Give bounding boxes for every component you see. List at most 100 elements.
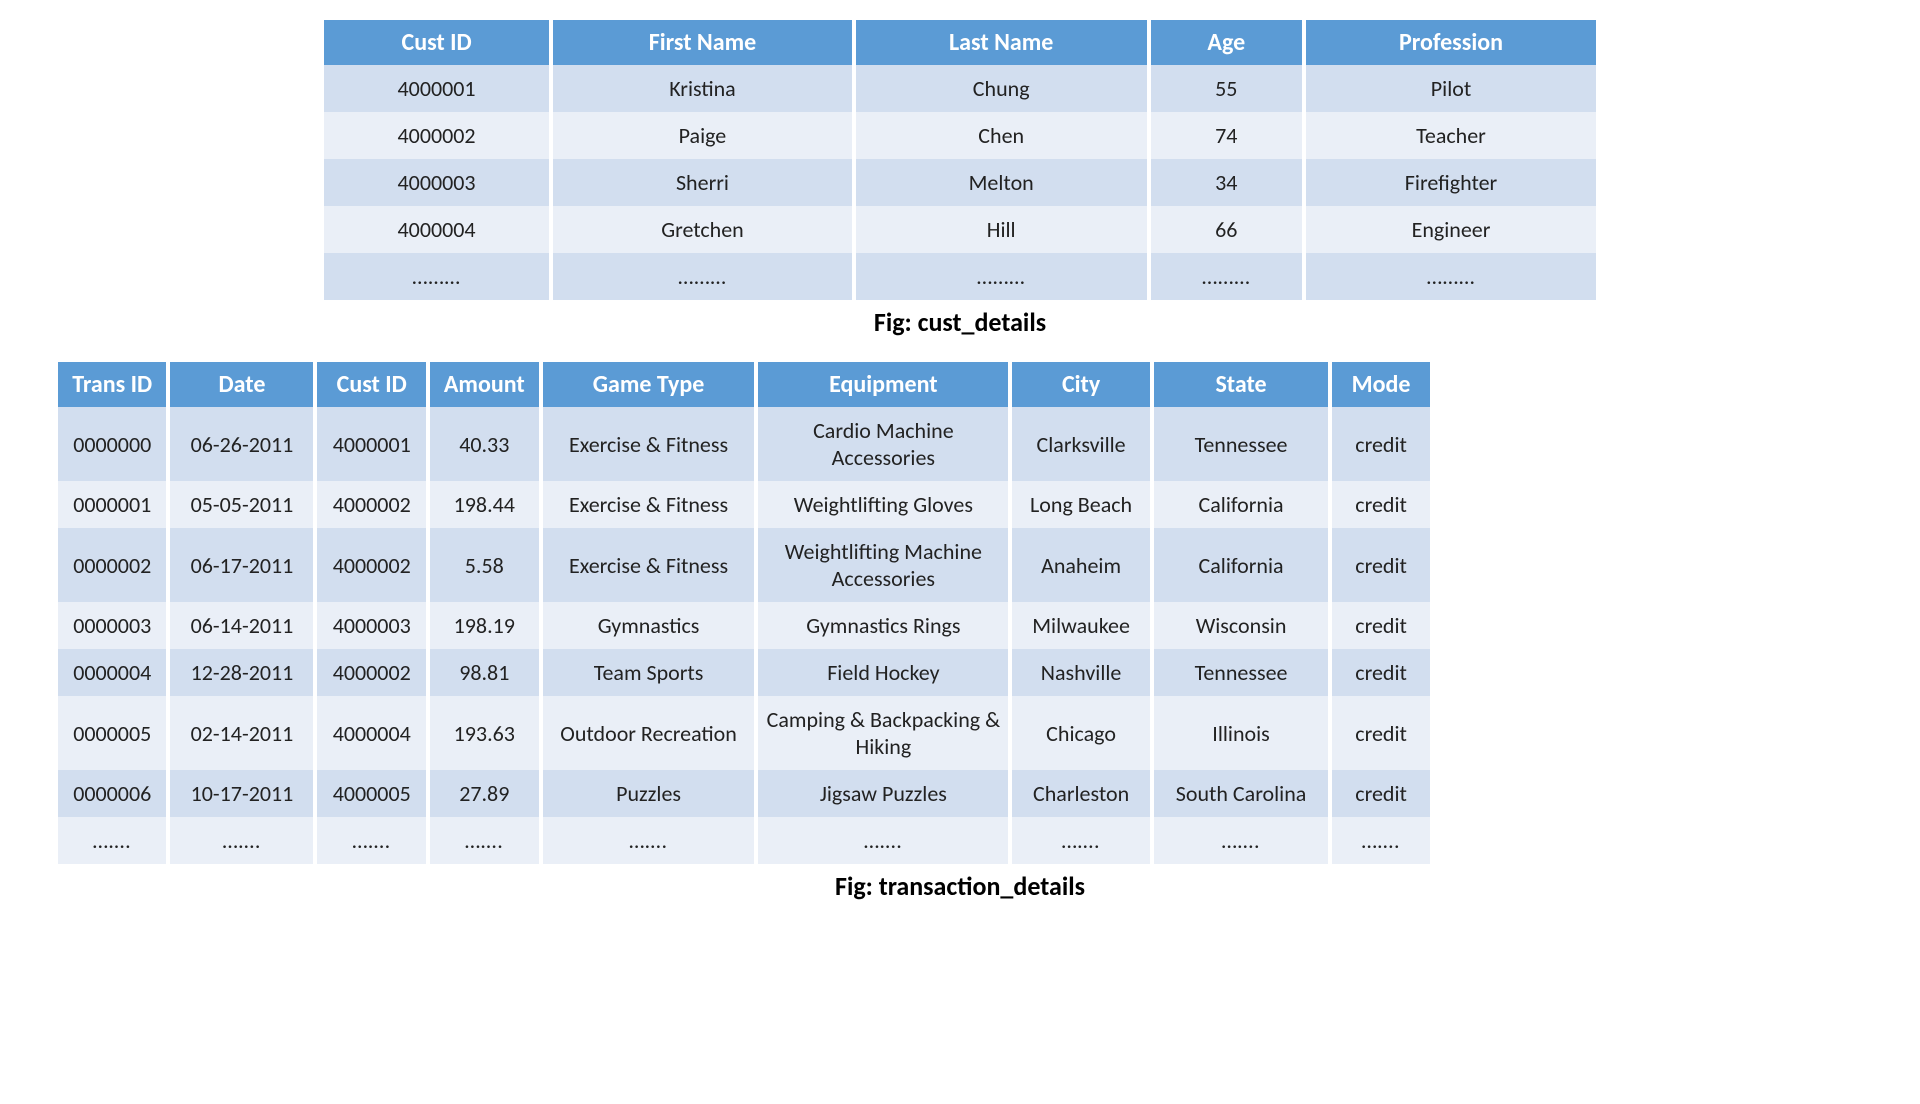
- table-row: 0000005 02-14-2011 4000004 193.63 Outdoo…: [58, 696, 1430, 770]
- transaction-details-caption: Fig: transaction_details: [30, 870, 1890, 902]
- cell: credit: [1332, 602, 1430, 649]
- cell: …….: [58, 817, 166, 864]
- cell: 40.33: [430, 407, 539, 481]
- cell: …….: [1012, 817, 1150, 864]
- cell: 0000002: [58, 528, 166, 602]
- table-row: 4000003 Sherri Melton 34 Firefighter: [324, 159, 1596, 206]
- cell: 74: [1151, 112, 1302, 159]
- table-row: 0000001 05-05-2011 4000002 198.44 Exerci…: [58, 481, 1430, 528]
- transaction-details-section: Trans ID Date Cust ID Amount Game Type E…: [30, 362, 1890, 902]
- cell: 34: [1151, 159, 1302, 206]
- col-header: City: [1012, 362, 1150, 407]
- cell: ………: [856, 253, 1147, 300]
- col-header: Last Name: [856, 20, 1147, 65]
- cell: 4000001: [324, 65, 549, 112]
- table-row: 4000001 Kristina Chung 55 Pilot: [324, 65, 1596, 112]
- cell: 06-17-2011: [170, 528, 313, 602]
- cell: Tennessee: [1154, 649, 1328, 696]
- cell: …….: [758, 817, 1008, 864]
- cell: 06-26-2011: [170, 407, 313, 481]
- cell: Engineer: [1306, 206, 1596, 253]
- cell: 4000002: [317, 481, 425, 528]
- cell: Milwaukee: [1012, 602, 1150, 649]
- cell: 06-14-2011: [170, 602, 313, 649]
- cell: Field Hockey: [758, 649, 1008, 696]
- cell: 4000004: [317, 696, 425, 770]
- cell: ………: [1151, 253, 1302, 300]
- cell: credit: [1332, 770, 1430, 817]
- cell: 0000006: [58, 770, 166, 817]
- col-header: Amount: [430, 362, 539, 407]
- cell: …….: [317, 817, 425, 864]
- cell: Pilot: [1306, 65, 1596, 112]
- cell: 0000005: [58, 696, 166, 770]
- cell: 4000002: [317, 649, 425, 696]
- table-row-ellipsis: ……… ……… ……… ……… ………: [324, 253, 1596, 300]
- cell: Exercise & Fitness: [543, 528, 755, 602]
- cell: Exercise & Fitness: [543, 481, 755, 528]
- cell: 10-17-2011: [170, 770, 313, 817]
- cell: California: [1154, 481, 1328, 528]
- cell: Chung: [856, 65, 1147, 112]
- cell: 0000001: [58, 481, 166, 528]
- cell: Kristina: [553, 65, 852, 112]
- cell: Melton: [856, 159, 1147, 206]
- cell: 55: [1151, 65, 1302, 112]
- cell: California: [1154, 528, 1328, 602]
- cell: Outdoor Recreation: [543, 696, 755, 770]
- cell: 66: [1151, 206, 1302, 253]
- cell: Gymnastics Rings: [758, 602, 1008, 649]
- cell: Long Beach: [1012, 481, 1150, 528]
- cell: 27.89: [430, 770, 539, 817]
- col-header: Age: [1151, 20, 1302, 65]
- table-header-row: Cust ID First Name Last Name Age Profess…: [324, 20, 1596, 65]
- cell: 98.81: [430, 649, 539, 696]
- col-header: State: [1154, 362, 1328, 407]
- cell: 4000004: [324, 206, 549, 253]
- table-header-row: Trans ID Date Cust ID Amount Game Type E…: [58, 362, 1430, 407]
- cell: 4000003: [324, 159, 549, 206]
- table-row: 0000003 06-14-2011 4000003 198.19 Gymnas…: [58, 602, 1430, 649]
- table-row: 4000002 Paige Chen 74 Teacher: [324, 112, 1596, 159]
- table-row: 4000004 Gretchen Hill 66 Engineer: [324, 206, 1596, 253]
- cell: Hill: [856, 206, 1147, 253]
- cell: 12-28-2011: [170, 649, 313, 696]
- cell: Anaheim: [1012, 528, 1150, 602]
- cell: Wisconsin: [1154, 602, 1328, 649]
- cell: Illinois: [1154, 696, 1328, 770]
- table-row-ellipsis: ……. ……. ……. ……. ……. ……. ……. ……. …….: [58, 817, 1430, 864]
- cell: Sherri: [553, 159, 852, 206]
- cell: 0000000: [58, 407, 166, 481]
- cell: credit: [1332, 528, 1430, 602]
- cell: Puzzles: [543, 770, 755, 817]
- transaction-details-table: Trans ID Date Cust ID Amount Game Type E…: [54, 362, 1434, 864]
- cell: South Carolina: [1154, 770, 1328, 817]
- cell: …….: [543, 817, 755, 864]
- table-row: 0000004 12-28-2011 4000002 98.81 Team Sp…: [58, 649, 1430, 696]
- cell: …….: [1332, 817, 1430, 864]
- col-header: Cust ID: [324, 20, 549, 65]
- cell: …….: [170, 817, 313, 864]
- table-row: 0000006 10-17-2011 4000005 27.89 Puzzles…: [58, 770, 1430, 817]
- cell: Clarksville: [1012, 407, 1150, 481]
- cell: Jigsaw Puzzles: [758, 770, 1008, 817]
- cell: …….: [1154, 817, 1328, 864]
- cell: 4000005: [317, 770, 425, 817]
- col-header: Date: [170, 362, 313, 407]
- table-row: 0000000 06-26-2011 4000001 40.33 Exercis…: [58, 407, 1430, 481]
- cell: Charleston: [1012, 770, 1150, 817]
- cell: ………: [553, 253, 852, 300]
- col-header: Profession: [1306, 20, 1596, 65]
- cell: credit: [1332, 696, 1430, 770]
- cell: 4000002: [324, 112, 549, 159]
- cell: 198.44: [430, 481, 539, 528]
- cell: Weightlifting Gloves: [758, 481, 1008, 528]
- cell: Camping & Backpacking & Hiking: [758, 696, 1008, 770]
- col-header: Mode: [1332, 362, 1430, 407]
- cell: credit: [1332, 407, 1430, 481]
- cell: Cardio Machine Accessories: [758, 407, 1008, 481]
- col-header: Equipment: [758, 362, 1008, 407]
- cell: 05-05-2011: [170, 481, 313, 528]
- cell: Chicago: [1012, 696, 1150, 770]
- cell: Chen: [856, 112, 1147, 159]
